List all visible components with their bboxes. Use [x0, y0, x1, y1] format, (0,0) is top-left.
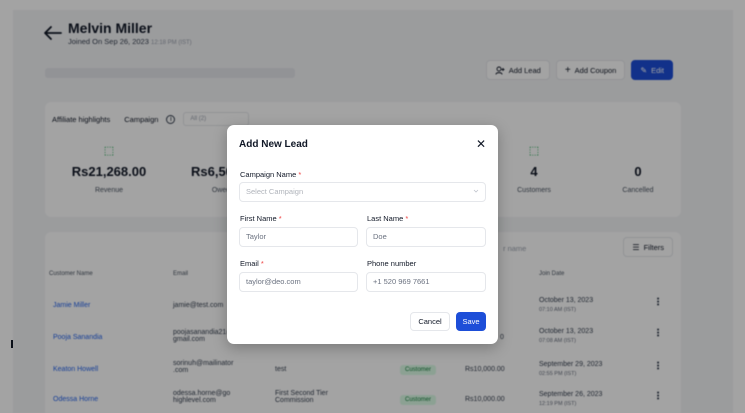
phone-field-label: Phone number	[367, 259, 417, 268]
cancel-button[interactable]: Cancel	[410, 312, 450, 331]
required-mark: *	[260, 259, 264, 268]
last-name-label-text: Last Name	[367, 214, 404, 223]
email-input[interactable]: taylor@deo.com	[239, 272, 358, 292]
required-mark: *	[298, 170, 302, 179]
campaign-field-label: Campaign Name *	[240, 170, 301, 179]
chevron-down-icon	[473, 189, 479, 193]
email-field-label: Email *	[240, 259, 264, 268]
first-name-field-label: First Name *	[240, 214, 282, 223]
required-mark: *	[405, 214, 409, 223]
modal-title: Add New Lead	[239, 139, 308, 150]
required-mark: *	[278, 214, 282, 223]
first-name-input[interactable]: Taylor	[239, 227, 358, 247]
campaign-placeholder: Select Campaign	[246, 187, 304, 196]
email-label-text: Email	[240, 259, 259, 268]
last-name-field-label: Last Name *	[367, 214, 408, 223]
save-button[interactable]: Save	[456, 312, 486, 331]
campaign-select[interactable]: Select Campaign	[239, 182, 486, 202]
add-lead-modal: Add New Lead ✕ Campaign Name * Select Ca…	[227, 125, 498, 344]
campaign-label-text: Campaign Name	[240, 170, 297, 179]
last-name-input[interactable]: Doe	[366, 227, 486, 247]
phone-input[interactable]: +1 520 969 7661	[366, 272, 486, 292]
close-icon[interactable]: ✕	[476, 137, 486, 151]
first-name-label-text: First Name	[240, 214, 277, 223]
